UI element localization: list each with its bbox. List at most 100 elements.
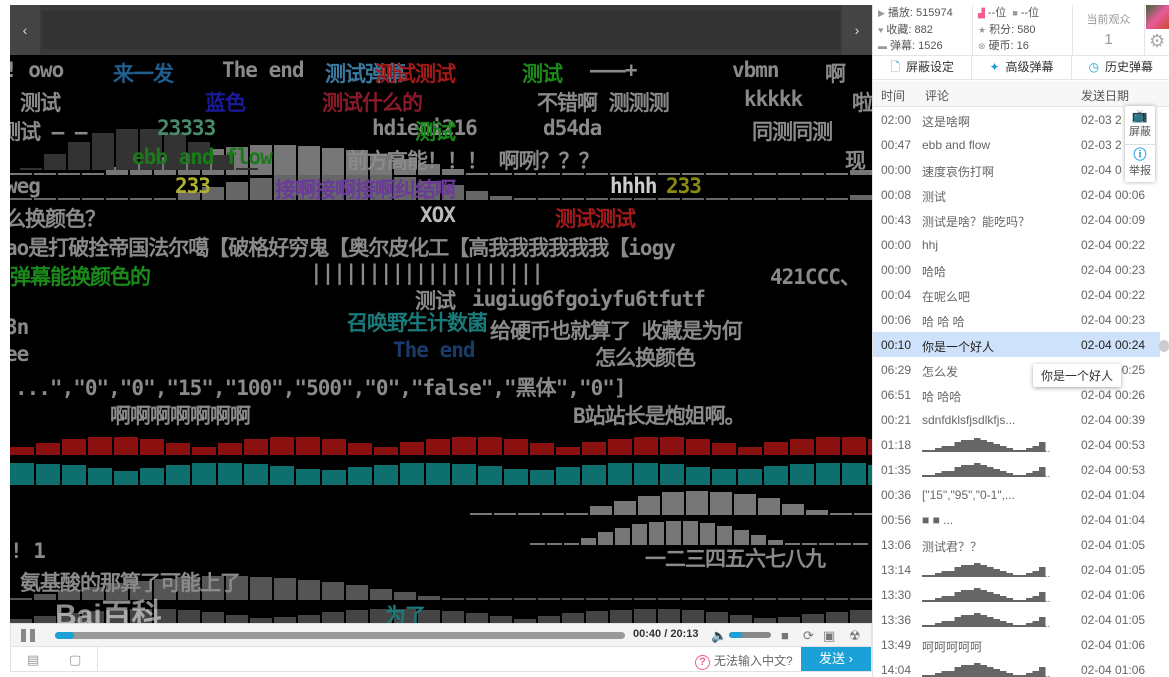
list-item[interactable]: 00:36 ["15","95","0-1",... 02-04 01:04 (873, 482, 1160, 507)
header-comment[interactable]: 评论 (925, 87, 949, 104)
bar-art-mark (935, 448, 942, 452)
danmaku-bar (638, 496, 660, 515)
bar-art-mark (1006, 573, 1013, 577)
danmaku-bar (566, 513, 588, 515)
total-time: 20:13 (670, 628, 699, 640)
list-item[interactable]: 00:04 在呢么吧 02-04 00:22 (873, 282, 1160, 307)
list-item[interactable]: 00:00 哈哈 02-04 00:23 (873, 257, 1160, 282)
list-item[interactable]: 13:06 测试君？？ 02-04 01:05 (873, 532, 1160, 557)
volume-icon[interactable]: 🔈 (711, 628, 727, 644)
danmaku-bar (854, 513, 872, 515)
report-label: 举报 (1129, 165, 1151, 177)
list-item[interactable]: 13:36... 02-04 01:05 (873, 607, 1160, 632)
comment-time: 00:00 (881, 263, 912, 277)
list-item[interactable]: 01:35... 02-04 00:53 (873, 457, 1160, 482)
danmaku-bar (706, 612, 728, 623)
danmaku-bar (836, 543, 851, 545)
list-item[interactable]: 00:08 测试 02-04 00:06 (873, 182, 1160, 207)
danmaku-bar (82, 173, 104, 175)
list-item[interactable]: 02:00 这是啥啊 02-03 2 (873, 107, 1160, 132)
danmaku-comment: 接啊接啊接啊纠结啊 (275, 178, 456, 202)
tooltip: 你是一个好人 (1033, 364, 1122, 387)
volume-slider[interactable] (729, 632, 771, 638)
danmaku-style-icon[interactable]: ▤ (27, 652, 39, 668)
comment-text: 哈 哈哈 (922, 390, 962, 404)
danmaku-bar (88, 468, 112, 485)
danmaku-mode-icon[interactable]: ▢ (69, 652, 81, 668)
danmaku-bar (842, 437, 866, 455)
comment-text: 你是一个好人 (922, 340, 995, 354)
fullscreen-icon[interactable]: ☢ (849, 628, 861, 644)
danmaku-bar (816, 437, 840, 455)
tab-advanced-danmaku[interactable]: ✦ 高级弹幕 (972, 56, 1072, 79)
scrollbar[interactable] (1159, 340, 1169, 352)
comment-time: 00:04 (881, 288, 912, 302)
list-item[interactable]: 00:10 你是一个好人 02-04 00:24 (873, 332, 1160, 357)
danmaku-bar (322, 470, 346, 485)
avatar[interactable] (1146, 5, 1169, 29)
current-time: 00:40 (633, 628, 662, 640)
video-player[interactable]: ! owo 来一发 The end 测试弹幕 测试测试 测试 ———+ vbmn 啊测试 蓝色 测试… (10, 55, 872, 623)
list-item[interactable]: 13:14... 02-04 01:05 (873, 557, 1160, 582)
loop-icon[interactable]: ⟳ (803, 628, 814, 644)
danmaku-bar (296, 437, 320, 455)
bar-art-mark (967, 465, 974, 477)
pause-button[interactable] (21, 629, 35, 642)
danmaku-comment: ! 1 (10, 539, 46, 563)
bar-art-mark (993, 569, 1000, 577)
rank1-text: --位 (987, 7, 1007, 19)
danmaku-comment: kkkkk (744, 87, 803, 111)
bar-art-mark (993, 619, 1000, 627)
chevron-right-icon: › (854, 22, 860, 38)
tv-icon[interactable]: ▣ (823, 628, 835, 644)
svg-text:...: ... (1042, 569, 1050, 578)
gear-icon[interactable]: ⚙ (1149, 31, 1165, 52)
danmaku-bar (322, 148, 344, 175)
prev-button[interactable]: ‹ (10, 5, 40, 55)
list-item[interactable]: 00:43 测试是啥？能吃吗？ 02-04 00:09 (873, 207, 1160, 232)
comment-time: 00:06 (881, 313, 912, 327)
bar-art-mark (1032, 471, 1039, 477)
list-item[interactable]: 00:21 sdnfdklsfjsdlkfjs... 02-04 00:39 (873, 407, 1160, 432)
danmaku-comment: 么换颜色？ (10, 207, 106, 231)
danmaku-bar (634, 598, 656, 600)
tab-block-settings[interactable]: 🗋 屏蔽设定 (873, 56, 973, 79)
danmaku-bar (466, 598, 488, 600)
help-link[interactable]: ? 无法输入中文? (695, 652, 793, 670)
header-time[interactable]: 时间 (881, 87, 905, 104)
list-item[interactable]: 00:06 哈 哈 哈 02-04 00:23 (873, 307, 1160, 332)
list-item[interactable]: 00:00 速度哀伤打啊 02-04 0 (873, 157, 1160, 182)
danmaku-comment: 测试 (20, 91, 61, 115)
list-header: 时间 评论 发送日期 (873, 81, 1169, 107)
danmaku-comment: ———+ (590, 58, 638, 82)
svg-text:...: ... (1042, 444, 1050, 453)
comment-date: 02-03 2 (1081, 138, 1122, 152)
list-item[interactable]: 00:00 hhj 02-04 00:22 (873, 232, 1160, 257)
tab-history-danmaku[interactable]: ◷ 历史弹幕 (1072, 56, 1169, 79)
list-item[interactable]: 00:56 ■ ■ ... 02-04 01:04 (873, 507, 1160, 532)
danmaku-bar (547, 543, 562, 545)
danmaku-toggle-icon[interactable]: ■ (781, 628, 789, 643)
block-button[interactable]: 📺 屏蔽 (1125, 106, 1155, 144)
send-button[interactable]: 发送 › (801, 647, 871, 671)
viewers-label: 当前观众 (1086, 14, 1131, 26)
next-button[interactable]: › (842, 5, 872, 55)
danmaku-bar (730, 615, 752, 623)
list-item[interactable]: 14:04... 02-04 01:06 (873, 657, 1160, 677)
list-item[interactable]: 00:47 ebb and flow 02-03 2 (873, 132, 1160, 157)
danmaku-comment: ao是打破拴帝国法尔噶【破格好穷鬼【奥尔皮化工【高我我我我我我【iogy (10, 236, 676, 260)
danmaku-bar (790, 439, 814, 455)
header-date[interactable]: 发送日期 (1081, 87, 1129, 104)
tab-label: 屏蔽设定 (905, 60, 954, 74)
danmaku-bar (270, 437, 294, 455)
bar-art-mark (980, 465, 987, 477)
progress-bar[interactable] (55, 632, 625, 639)
danmaku-bar (754, 173, 776, 175)
danmaku-input[interactable] (97, 647, 687, 671)
report-button[interactable]: ⓘ 举报 (1125, 144, 1155, 182)
list-item[interactable]: 13:30... 02-04 01:06 (873, 582, 1160, 607)
list-item[interactable]: 13:49 呵呵呵呵呵 02-04 01:06 (873, 632, 1160, 657)
list-item[interactable]: 01:18... 02-04 00:53 (873, 432, 1160, 457)
danmaku-bar (682, 610, 704, 623)
comment-time: 00:00 (881, 163, 912, 177)
